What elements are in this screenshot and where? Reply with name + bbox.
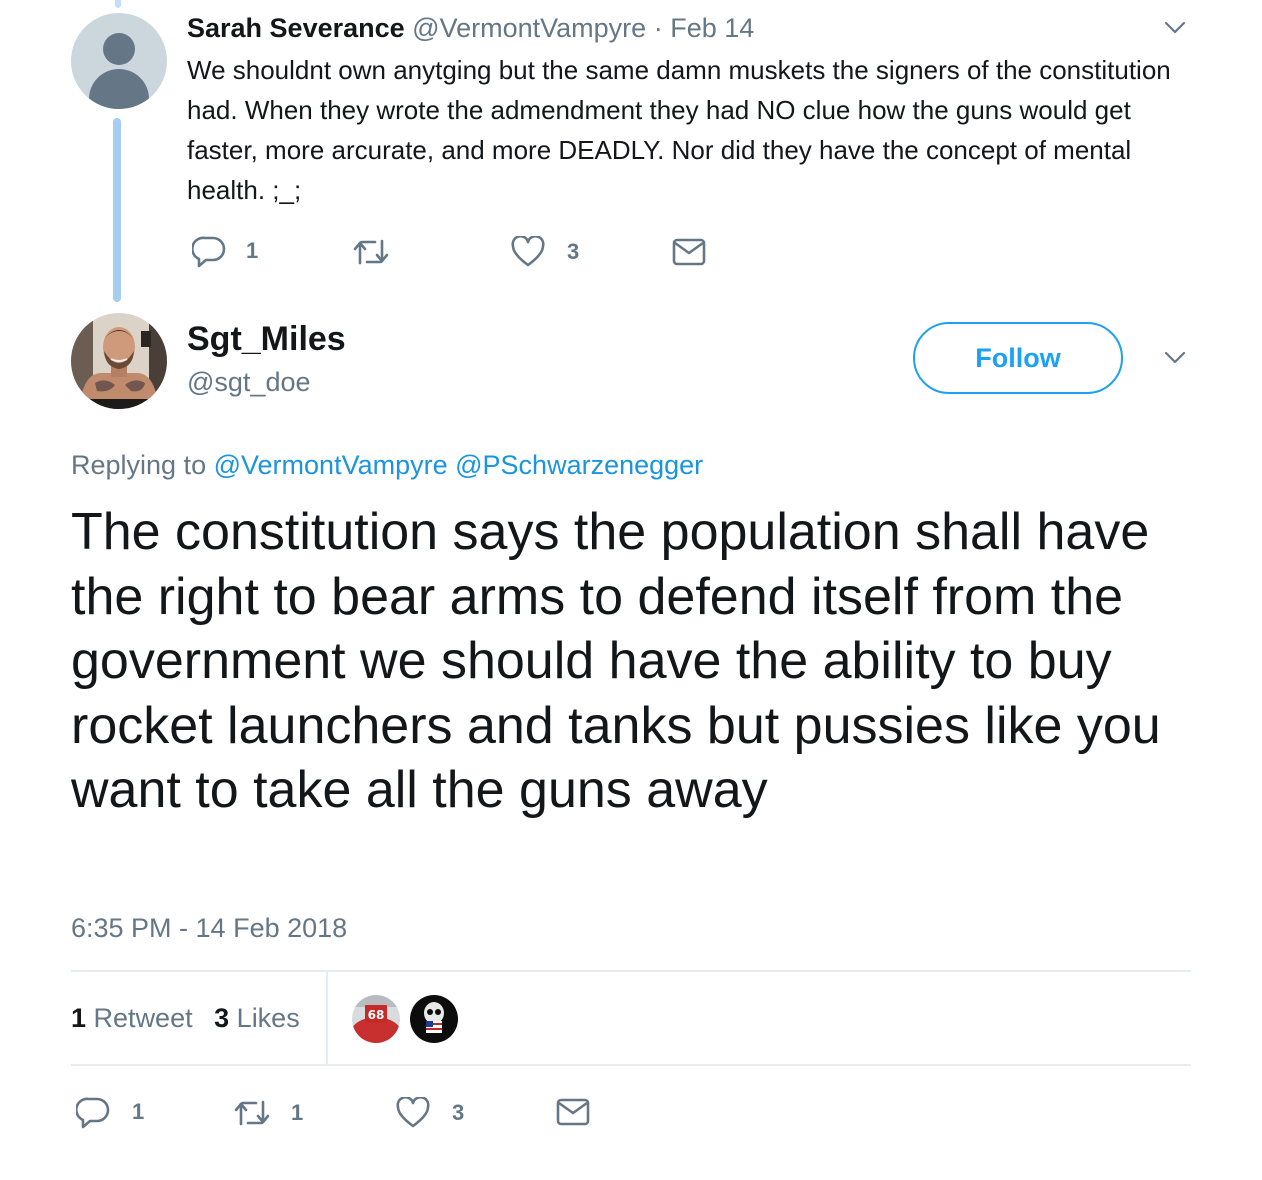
follow-button[interactable]: Follow xyxy=(913,322,1123,394)
mention-link[interactable]: @PSchwarzenegger xyxy=(455,450,703,480)
likes-number: 3 xyxy=(214,1003,230,1033)
liker-avatar[interactable]: 68 xyxy=(352,995,400,1043)
thread-line xyxy=(113,118,121,302)
reply-tweet-retweet-action[interactable] xyxy=(352,236,404,268)
chevron-down-icon[interactable] xyxy=(1164,16,1186,38)
reply-tweet-reply-action[interactable]: 1 xyxy=(192,234,258,268)
replying-to-line: Replying to @VermontVampyre @PSchwarzene… xyxy=(71,448,703,482)
retweets-stat[interactable]: 1 Retweet xyxy=(71,1003,193,1033)
direct-message-icon xyxy=(556,1098,590,1126)
reply-tweet-date[interactable]: Feb 14 xyxy=(670,13,754,43)
reply-author-name[interactable]: Sarah Severance xyxy=(187,13,405,43)
reply-count: 1 xyxy=(246,238,259,263)
main-author-name[interactable]: Sgt_Miles xyxy=(187,318,346,360)
mention-link[interactable]: @VermontVampyre xyxy=(214,450,448,480)
likes-label: Likes xyxy=(236,1003,300,1033)
like-icon xyxy=(396,1097,430,1129)
retweet-count: 1 xyxy=(291,1100,304,1125)
divider xyxy=(71,970,1191,972)
reply-author-handle[interactable]: @VermontVampyre xyxy=(412,13,646,43)
divider xyxy=(71,1064,1191,1066)
reply-count: 1 xyxy=(132,1099,145,1124)
reply-tweet-header: Sarah Severance @VermontVampyre · Feb 14 xyxy=(187,12,754,44)
main-tweet-text: The constitution says the population sha… xyxy=(71,503,1161,819)
main-author-handle[interactable]: @sgt_doe xyxy=(187,364,311,400)
retweets-number: 1 xyxy=(71,1003,87,1033)
liker-badge-text: 68 xyxy=(368,1008,385,1022)
reply-icon xyxy=(192,234,226,268)
retweet-icon xyxy=(352,236,390,268)
replying-prefix: Replying to xyxy=(71,450,207,480)
reply-tweet-dm-action[interactable] xyxy=(672,238,706,266)
retweet-icon xyxy=(233,1097,271,1129)
liker-avatar[interactable] xyxy=(410,995,458,1043)
chevron-down-icon[interactable] xyxy=(1164,346,1186,368)
thread-line-top xyxy=(115,0,121,8)
reply-tweet-like-action[interactable]: 3 xyxy=(511,236,579,268)
reply-author-avatar[interactable] xyxy=(71,13,167,109)
tweet-timestamp[interactable]: 6:35 PM - 14 Feb 2018 xyxy=(71,910,347,946)
main-tweet-reply-action[interactable]: 1 xyxy=(76,1095,144,1129)
like-count: 3 xyxy=(567,239,580,264)
like-icon xyxy=(511,236,545,268)
main-author-avatar[interactable] xyxy=(71,313,167,409)
header-separator: · xyxy=(653,13,663,43)
main-tweet-retweet-action[interactable]: 1 xyxy=(233,1097,303,1129)
stats-divider xyxy=(326,972,328,1065)
main-tweet-dm-action[interactable] xyxy=(556,1098,590,1126)
reply-tweet-text: We shouldnt own anytging but the same da… xyxy=(187,55,1171,205)
reply-icon xyxy=(76,1095,110,1129)
tweet-stats: 1 Retweet 3 Likes xyxy=(71,1000,300,1036)
retweets-label: Retweet xyxy=(93,1003,193,1033)
like-count: 3 xyxy=(452,1100,465,1125)
main-tweet-like-action[interactable]: 3 xyxy=(396,1097,464,1129)
direct-message-icon xyxy=(672,238,706,266)
likes-stat[interactable]: 3 Likes xyxy=(214,1003,300,1033)
